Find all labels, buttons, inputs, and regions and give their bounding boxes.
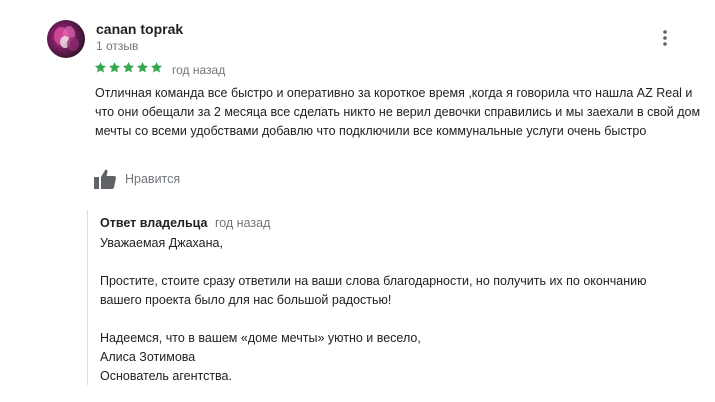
review-card: canan toprak 1 отзыв год назад Отличная … bbox=[0, 0, 715, 402]
owner-reply-header: Ответ владельца год назад bbox=[100, 216, 270, 230]
owner-reply-signature-role: Основатель агентства. bbox=[100, 369, 232, 383]
star-icon bbox=[136, 61, 149, 73]
review-date: год назад bbox=[172, 63, 226, 77]
more-options-icon[interactable] bbox=[655, 28, 675, 48]
owner-reply: Ответ владельца год назад Уважаемая Джах… bbox=[87, 210, 688, 385]
like-label: Нравится bbox=[125, 172, 181, 186]
star-icon bbox=[108, 61, 121, 73]
owner-reply-body: Простите, стоите сразу ответили на ваши … bbox=[100, 274, 647, 307]
owner-reply-greeting: Уважаемая Джахана, bbox=[100, 236, 223, 250]
review-text: Отличная команда все быстро и оперативно… bbox=[95, 86, 701, 138]
owner-reply-wish: Надеемся, что в вашем «доме мечты» уютно… bbox=[100, 331, 421, 345]
owner-reply-signature-name: Алиса Зотимова bbox=[100, 350, 196, 364]
avatar-photo-icon bbox=[54, 26, 79, 51]
owner-reply-text: Уважаемая Джахана, Простите, стоите сраз… bbox=[100, 234, 685, 386]
star-icon bbox=[122, 61, 135, 73]
owner-reply-label: Ответ владельца bbox=[100, 216, 208, 230]
author-avatar[interactable] bbox=[47, 20, 85, 58]
like-button[interactable]: Нравится bbox=[93, 168, 180, 190]
thumbs-up-icon bbox=[94, 169, 116, 189]
owner-reply-date: год назад bbox=[214, 216, 271, 230]
star-rating bbox=[94, 61, 163, 74]
star-icon bbox=[94, 61, 107, 73]
star-icon bbox=[150, 61, 163, 73]
author-review-count: 1 отзыв bbox=[96, 39, 139, 53]
author-name[interactable]: canan toprak bbox=[96, 21, 183, 37]
